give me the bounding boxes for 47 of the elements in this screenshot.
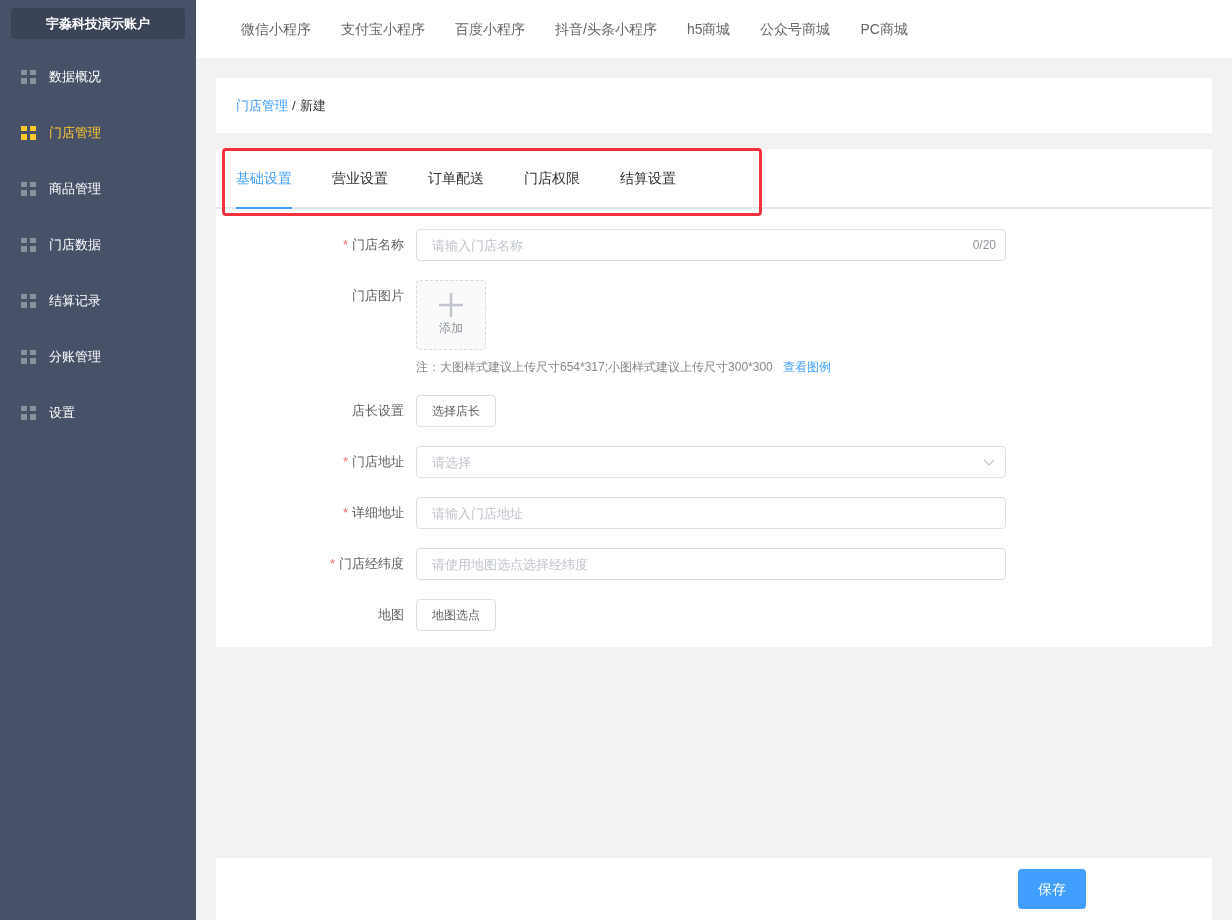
tab[interactable]: 营业设置 bbox=[332, 149, 388, 209]
char-counter: 0/20 bbox=[972, 237, 996, 254]
sidebar-item[interactable]: 门店管理 bbox=[0, 105, 196, 161]
field-label: 门店经纬度 bbox=[339, 555, 404, 574]
field-label: 店长设置 bbox=[352, 402, 404, 421]
field-label: 门店图片 bbox=[352, 287, 404, 306]
select-button[interactable]: 地图选点 bbox=[416, 599, 496, 631]
grid-icon bbox=[21, 70, 36, 84]
tab[interactable]: 结算设置 bbox=[620, 149, 676, 209]
chevron-down-icon bbox=[983, 458, 995, 466]
nav-link[interactable]: 百度小程序 bbox=[455, 18, 525, 40]
select-button[interactable]: 选择店长 bbox=[416, 395, 496, 427]
required-asterisk: * bbox=[329, 555, 335, 574]
sidebar-item[interactable]: 结算记录 bbox=[0, 273, 196, 329]
required-asterisk: * bbox=[342, 504, 348, 523]
field-label: 门店名称 bbox=[352, 236, 404, 255]
field-label: 地图 bbox=[378, 606, 404, 625]
sidebar-item[interactable]: 设置 bbox=[0, 385, 196, 441]
nav-link[interactable]: 抖音/头条小程序 bbox=[555, 18, 657, 40]
input-field[interactable]: 请使用地图选点选择经纬度 bbox=[416, 548, 1006, 580]
nav-link[interactable]: h5商城 bbox=[686, 18, 731, 40]
required-asterisk: * bbox=[342, 453, 348, 472]
grid-icon bbox=[21, 182, 36, 196]
nav-link[interactable]: 微信小程序 bbox=[241, 18, 311, 40]
grid-icon bbox=[21, 350, 36, 364]
tab[interactable]: 订单配送 bbox=[428, 149, 484, 209]
sidebar-item[interactable]: 门店数据 bbox=[0, 217, 196, 273]
sidebar-item[interactable]: 数据概况 bbox=[0, 49, 196, 105]
grid-icon bbox=[21, 126, 36, 140]
select-field[interactable]: 请选择 bbox=[416, 446, 1006, 478]
breadcrumb-current: 新建 bbox=[299, 96, 326, 115]
tab[interactable]: 门店权限 bbox=[524, 149, 580, 209]
nav-link[interactable]: 支付宝小程序 bbox=[341, 18, 425, 40]
hint-text: 注：大图样式建议上传尺寸654*317;小图样式建议上传尺寸300*300 bbox=[416, 359, 773, 376]
grid-icon bbox=[21, 294, 36, 308]
nav-link[interactable]: PC商城 bbox=[860, 18, 908, 40]
nav-link[interactable]: 公众号商城 bbox=[760, 18, 831, 40]
grid-icon bbox=[21, 238, 36, 252]
plus-icon bbox=[439, 293, 463, 317]
required-asterisk: * bbox=[342, 236, 348, 255]
sidebar-item[interactable]: 商品管理 bbox=[0, 161, 196, 217]
grid-icon bbox=[21, 406, 36, 420]
field-label: 门店地址 bbox=[352, 453, 404, 472]
account-name: 宇淼科技演示账户 bbox=[11, 8, 185, 39]
sidebar-item[interactable]: 分账管理 bbox=[0, 329, 196, 385]
breadcrumb-separator: / bbox=[292, 96, 296, 115]
field-label: 详细地址 bbox=[352, 504, 404, 523]
